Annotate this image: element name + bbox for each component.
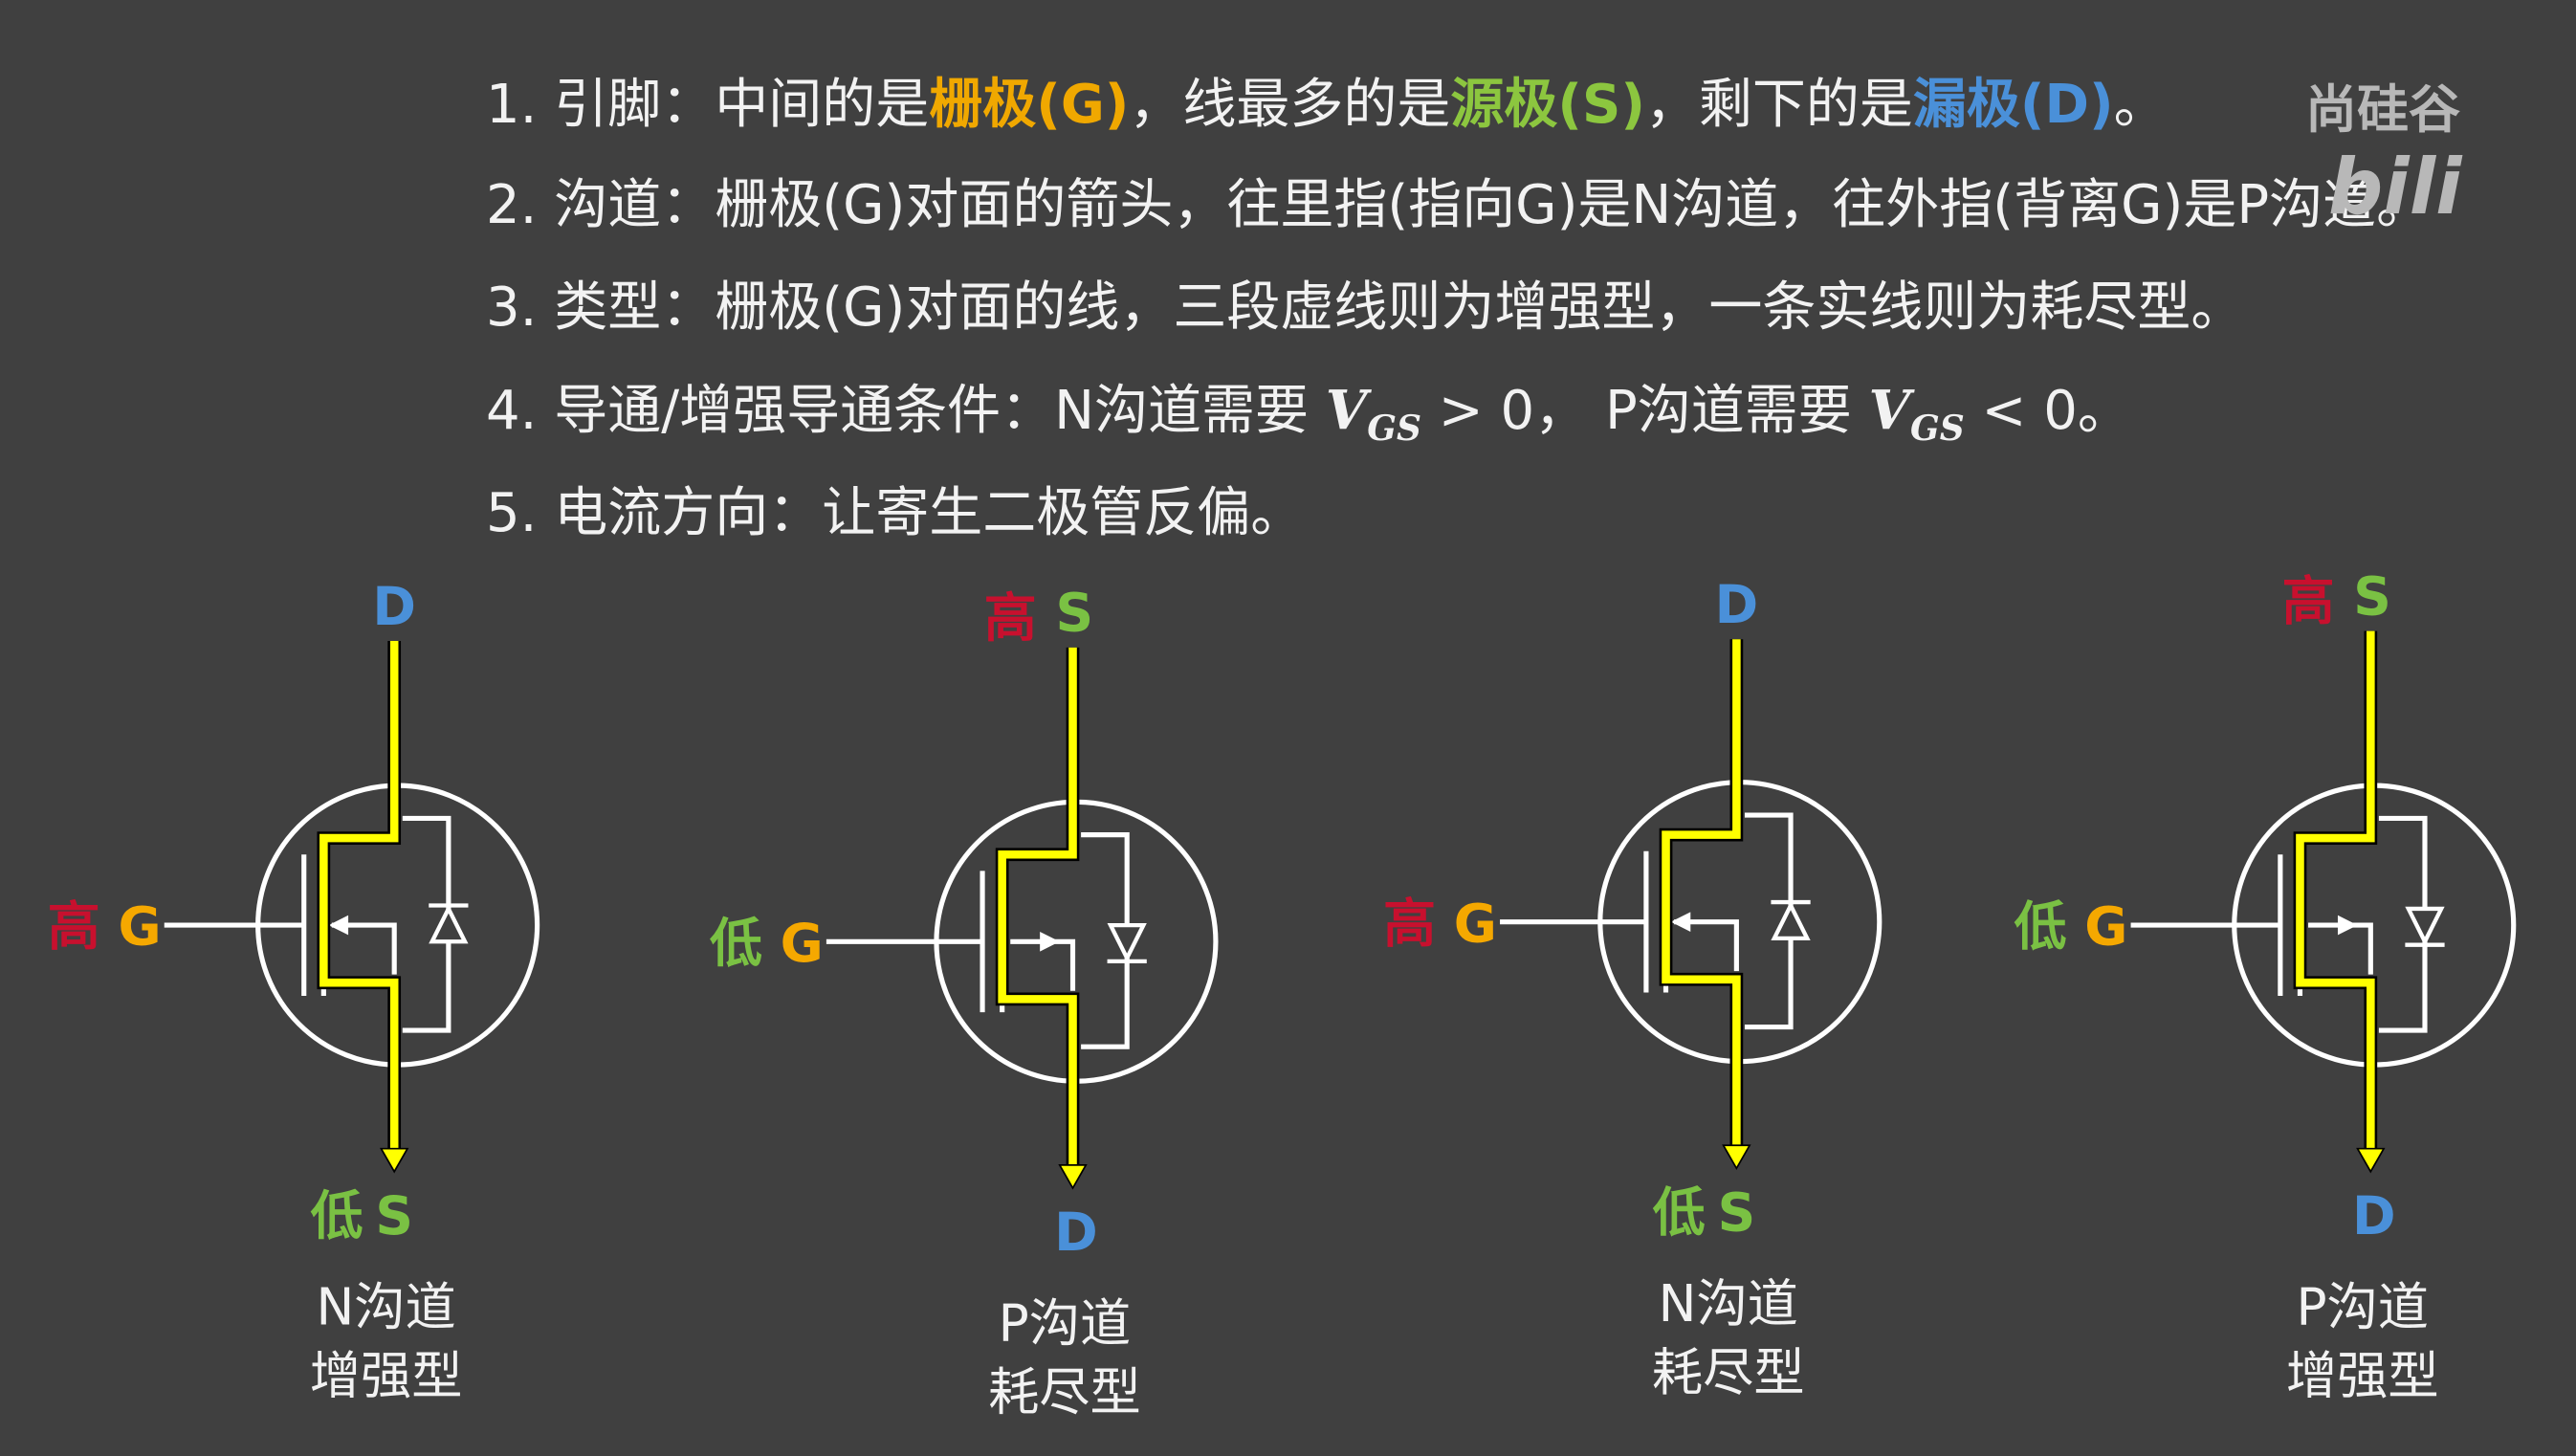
current-arrow-icon bbox=[1058, 1163, 1088, 1190]
channel-arrow-icon bbox=[1670, 912, 1691, 932]
current-arrow-icon bbox=[2356, 1147, 2386, 1174]
top-pin-label: D bbox=[372, 576, 416, 637]
caption-line: 增强型 bbox=[2286, 1347, 2439, 1406]
bottom-pin-label: D bbox=[2352, 1185, 2396, 1246]
gate-pin-label: G bbox=[1454, 893, 1497, 954]
gate-pin-label: G bbox=[2084, 896, 2127, 958]
gate-level-label: 高 bbox=[48, 896, 100, 958]
current-path bbox=[2296, 630, 2375, 1153]
channel-arrow-icon bbox=[2337, 915, 2358, 936]
top-pin-label: S bbox=[1055, 583, 1093, 644]
top-pin-label: D bbox=[1715, 574, 1759, 635]
current-path-outline bbox=[995, 647, 1080, 1169]
diode-icon bbox=[1771, 900, 1811, 940]
diode-icon bbox=[429, 904, 469, 944]
bottom-pin-label: S bbox=[375, 1185, 413, 1246]
diode-icon bbox=[2405, 906, 2445, 947]
level-label: 低 bbox=[1653, 1182, 1706, 1244]
current-path bbox=[1662, 639, 1741, 1149]
current-path-outline bbox=[1659, 639, 1744, 1149]
gate-level-label: 高 bbox=[1383, 893, 1436, 954]
caption-line: P沟道 bbox=[999, 1294, 1132, 1354]
level-label: 低 bbox=[311, 1185, 363, 1246]
mosfet-symbol-p-depletion bbox=[826, 647, 1219, 1190]
bottom-pin-label: D bbox=[1054, 1202, 1098, 1263]
channel-arrow-icon bbox=[328, 915, 349, 936]
caption-line: 耗尽型 bbox=[988, 1363, 1141, 1423]
level-label: 高 bbox=[984, 587, 1037, 649]
body-lead bbox=[331, 922, 397, 975]
mosfet-symbol-n-depletion bbox=[1500, 639, 1882, 1171]
channel-arrow-icon bbox=[1040, 931, 1060, 952]
gate-pin-label: G bbox=[781, 913, 824, 974]
caption-line: P沟道 bbox=[2296, 1277, 2429, 1336]
mosfet-symbol-n-enhancement bbox=[164, 640, 540, 1174]
diode-icon bbox=[1107, 922, 1147, 963]
current-path bbox=[998, 647, 1077, 1169]
current-arrow-icon bbox=[379, 1147, 409, 1174]
level-label: 高 bbox=[2282, 571, 2335, 632]
current-path-outline bbox=[317, 640, 402, 1153]
gate-pin-label: G bbox=[118, 896, 161, 958]
bottom-pin-label: S bbox=[1718, 1182, 1756, 1244]
caption-line: 增强型 bbox=[310, 1347, 463, 1406]
gate-level-label: 低 bbox=[710, 913, 762, 974]
caption-line: N沟道 bbox=[1659, 1274, 1798, 1334]
mosfet-diagrams: D高 G低 SN沟道增强型高 S低 GDP沟道耗尽型D高 G低 SN沟道耗尽型高 S低 GDP沟… bbox=[48, 565, 2517, 1423]
caption-line: N沟道 bbox=[316, 1277, 455, 1336]
caption-line: 耗尽型 bbox=[1652, 1343, 1805, 1402]
body-lead bbox=[1674, 919, 1739, 972]
mosfet-symbol-p-enhancement bbox=[2130, 630, 2517, 1174]
current-arrow-icon bbox=[1722, 1144, 1751, 1171]
gate-level-label: 低 bbox=[2015, 896, 2067, 958]
top-pin-label: S bbox=[2353, 565, 2391, 627]
current-path-outline bbox=[2293, 630, 2378, 1153]
current-path bbox=[319, 640, 399, 1153]
